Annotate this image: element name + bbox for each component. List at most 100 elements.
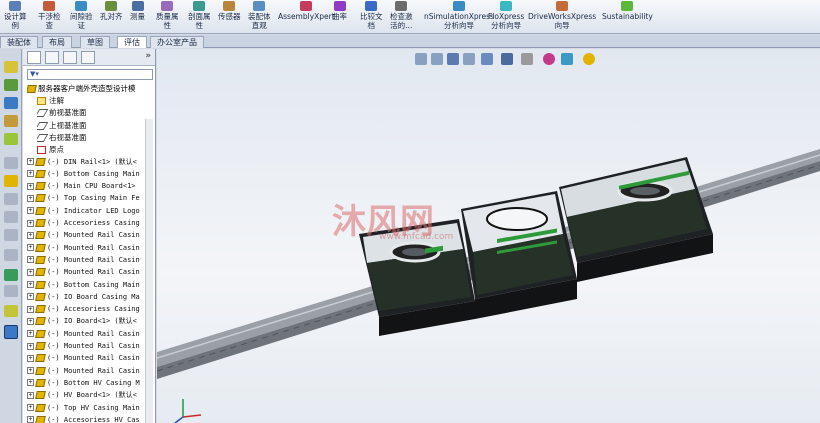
expand-icon[interactable]: + <box>27 244 34 252</box>
mate-icon[interactable] <box>4 97 18 109</box>
expand-icon[interactable]: + <box>27 367 34 375</box>
tree-node[interactable]: + (-) Accesoriess Casing <box>27 218 145 230</box>
smart-mate-icon[interactable] <box>4 61 18 73</box>
ribbon-button-6[interactable]: 剖面属性 <box>188 0 211 30</box>
expand-icon[interactable]: + <box>27 330 34 338</box>
ribbon-button-0[interactable]: 设计算例 <box>4 0 27 30</box>
tree-node[interactable]: + (-) Accesoriess Casing <box>27 304 145 316</box>
expand-icon[interactable]: + <box>27 170 34 178</box>
expand-icon[interactable]: + <box>27 182 34 190</box>
tree-node[interactable]: + (-) Mounted Rail Casin <box>27 267 145 279</box>
tree-node[interactable]: + (-) Mounted Rail Casin <box>27 243 145 255</box>
tree-node[interactable]: + (-) Main CPU Board<1> <box>27 181 145 193</box>
tree-node-label: (-) Accesoriess HV Cas <box>47 415 140 423</box>
ribbon-button-8[interactable]: 装配体 直观 <box>248 0 271 30</box>
tree-node[interactable]: + (-) IO Board<1> (默认< <box>27 316 145 328</box>
graphics-viewport[interactable]: 沐风网 www.mfcad.com <box>157 49 820 423</box>
ribbon-button-3[interactable]: 孔对齐 <box>100 0 123 21</box>
tree-node[interactable]: 前视基准面 <box>37 107 155 119</box>
expand-icon[interactable]: + <box>27 158 34 165</box>
tree-node[interactable]: + (-) Accesoriess HV Cas <box>27 415 145 423</box>
expand-icon[interactable]: + <box>27 194 34 202</box>
expand-icon[interactable]: + <box>27 281 34 288</box>
ribbon-button-15[interactable]: DriveWorksXpress 向导 <box>528 0 596 30</box>
tab-0[interactable]: 装配体 <box>0 36 38 48</box>
rotate-component-icon[interactable] <box>4 133 18 145</box>
feature-manager-tab-icon[interactable] <box>27 51 41 64</box>
new-motion-study-icon[interactable] <box>4 285 18 297</box>
tree-root[interactable]: 服务器客户端外壳造型设计模 <box>27 83 153 93</box>
configuration-manager-tab-icon[interactable] <box>63 51 77 64</box>
ribbon-label: 设计算 <box>4 12 27 21</box>
explode-view-icon[interactable] <box>4 193 18 205</box>
ribbon-button-4[interactable]: 测量 <box>130 0 145 21</box>
ribbon-label: 剖面属 <box>188 12 211 21</box>
tab-4[interactable]: 办公室产品 <box>150 36 204 48</box>
linear-pattern-icon[interactable] <box>4 157 18 169</box>
part-icon <box>35 255 46 264</box>
expand-panel-icon[interactable]: » <box>145 51 151 61</box>
tree-node[interactable]: + (-) Top HV Casing Main <box>27 403 145 415</box>
ribbon-button-13[interactable]: nSimulationXpress 分析向导 <box>424 0 494 30</box>
ribbon-button-11[interactable]: 比较文档 <box>360 0 383 30</box>
part-icon <box>35 415 46 423</box>
ribbon-button-1[interactable]: 干涉检查 <box>38 0 61 30</box>
expand-icon[interactable]: + <box>27 391 34 399</box>
property-manager-tab-icon[interactable] <box>45 51 59 64</box>
ribbon-button-12[interactable]: 检查激 活的... <box>390 0 413 30</box>
tree-node[interactable]: + (-) HV Board<1> (默认< <box>27 390 145 402</box>
tree-node[interactable]: + (-) Top Casing Main Fe <box>27 193 145 205</box>
reference-geometry-icon[interactable] <box>4 269 18 281</box>
tree-node[interactable]: + (-) Mounted Rail Casin <box>27 353 145 365</box>
ribbon-button-14[interactable]: FloXpress 分析向导 <box>488 0 524 30</box>
expand-icon[interactable]: + <box>27 354 34 362</box>
ribbon-button-2[interactable]: 间隙验证 <box>70 0 93 30</box>
tree-node[interactable]: + (-) Mounted Rail Casin <box>27 255 145 267</box>
assembly-features-icon[interactable] <box>4 249 18 261</box>
tree-node[interactable]: 原点 <box>37 144 155 156</box>
tree-node[interactable]: + (-) Bottom Casing Main <box>27 169 145 181</box>
expand-icon[interactable]: + <box>27 293 34 301</box>
options-icon[interactable] <box>4 325 18 339</box>
tree-node[interactable]: + (-) Bottom Casing Main <box>27 280 145 292</box>
tree-node[interactable]: + (-) Mounted Rail Casin <box>27 366 145 378</box>
expand-icon[interactable]: + <box>27 207 34 215</box>
bom-icon[interactable] <box>4 211 18 223</box>
tree-node[interactable]: 注解 <box>37 95 155 107</box>
ribbon-button-16[interactable]: Sustainability <box>602 0 653 21</box>
tree-node[interactable]: + (-) Bottom HV Casing M <box>27 378 145 390</box>
ribbon-button-5[interactable]: 质量属性 <box>156 0 179 30</box>
tab-2[interactable]: 草图 <box>80 36 110 48</box>
expand-icon[interactable]: + <box>27 317 34 325</box>
tree-node[interactable]: + (-) Mounted Rail Casin <box>27 341 145 353</box>
tree-node[interactable]: 上视基准面 <box>37 120 155 132</box>
expand-icon[interactable]: + <box>27 231 34 239</box>
expand-icon[interactable]: + <box>27 404 34 411</box>
tree-node[interactable]: 右视基准面 <box>37 132 155 144</box>
tab-1[interactable]: 布局 <box>42 36 72 48</box>
smart-fasteners-icon[interactable] <box>4 175 18 187</box>
tree-node[interactable]: + (-) DIN Rail<1> (默认< <box>27 157 145 169</box>
expand-icon[interactable]: + <box>27 342 34 350</box>
ribbon-button-10[interactable]: 曲率 <box>332 0 347 21</box>
tree-node[interactable]: + (-) IO Board Casing Ma <box>27 292 145 304</box>
display-manager-tab-icon[interactable] <box>81 51 95 64</box>
tab-3[interactable]: 评估 <box>117 36 147 48</box>
expand-icon[interactable]: + <box>27 256 34 264</box>
insert-component-icon[interactable] <box>4 79 18 91</box>
ribbon-button-9[interactable]: AssemblyXpert <box>278 0 335 21</box>
expand-icon[interactable]: + <box>27 379 34 387</box>
move-component-icon[interactable] <box>4 115 18 127</box>
tree-node[interactable]: + (-) Mounted Rail Casin <box>27 230 145 242</box>
ribbon-button-7[interactable]: 传感器 <box>218 0 241 21</box>
expand-icon[interactable]: + <box>27 219 34 227</box>
tree-node[interactable]: + (-) Indicator LED Logo <box>27 206 145 218</box>
tree-scrollbar[interactable] <box>145 119 153 423</box>
expand-icon[interactable]: + <box>27 305 34 313</box>
tree-node[interactable]: + (-) Mounted Rail Casin <box>27 329 145 341</box>
expand-icon[interactable]: + <box>27 416 34 423</box>
show-hidden-icon[interactable] <box>4 229 18 241</box>
expand-icon[interactable]: + <box>27 268 34 276</box>
tree-filter-field[interactable]: ▼▾ <box>27 69 153 80</box>
instant3d-icon[interactable] <box>4 305 18 317</box>
